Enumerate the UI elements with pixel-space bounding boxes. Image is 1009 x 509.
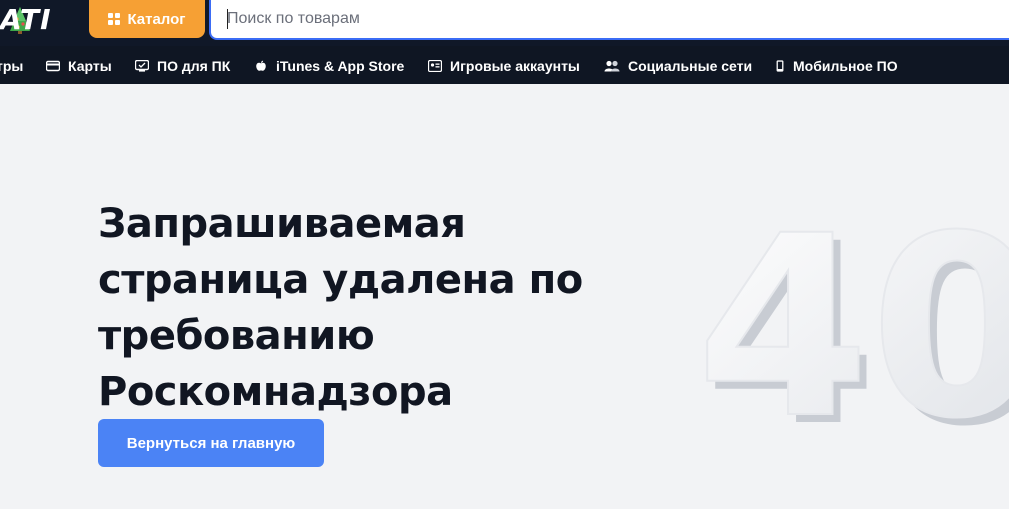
category-nav: тры Карты ПО для ПК iTunes & App Store И… — [0, 46, 1009, 84]
text-caret — [227, 9, 228, 29]
nav-item-label: Игровые аккаунты — [450, 58, 580, 74]
nav-item-label: Социальные сети — [628, 58, 753, 74]
users-icon — [604, 60, 620, 72]
nav-item-game-accounts[interactable]: Игровые аккаунты — [428, 58, 580, 74]
logo-text: ATI — [0, 3, 52, 36]
card-icon — [46, 60, 60, 72]
nav-item-label: Карты — [68, 58, 112, 74]
nav-item-label: ПО для ПК — [157, 58, 231, 74]
account-icon — [428, 60, 442, 72]
catalog-label: Каталог — [127, 10, 186, 28]
apple-icon — [256, 60, 266, 71]
site-logo[interactable]: ATI — [0, 0, 80, 40]
nav-item-mobile-software[interactable]: Мобильное ПО — [775, 58, 898, 74]
nav-item-itunes[interactable]: iTunes & App Store — [254, 58, 404, 74]
nav-item-label: Мобильное ПО — [793, 58, 898, 74]
grid-icon — [108, 13, 121, 25]
phone-icon — [776, 60, 784, 72]
nav-item-pc-software[interactable]: ПО для ПК — [135, 58, 230, 74]
page-title: Запрашиваемая страница удалена по требов… — [98, 201, 583, 415]
nav-item-label: тры — [0, 58, 24, 74]
nav-item-cards[interactable]: Карты — [46, 58, 112, 74]
software-icon — [135, 60, 149, 72]
go-home-button[interactable]: Вернуться на главную — [98, 419, 324, 467]
search-input[interactable] — [211, 0, 1009, 38]
nav-item-games[interactable]: тры — [0, 58, 23, 74]
art-digits: 40 — [696, 210, 1009, 460]
search-box — [209, 0, 1009, 40]
catalog-button[interactable]: Каталог — [89, 0, 205, 38]
nav-item-label: iTunes & App Store — [276, 58, 405, 74]
top-header: ATI Каталог — [0, 0, 1009, 46]
error-404-illustration: 40 40 — [695, 210, 1009, 460]
nav-item-social-networks[interactable]: Социальные сети — [604, 58, 752, 74]
